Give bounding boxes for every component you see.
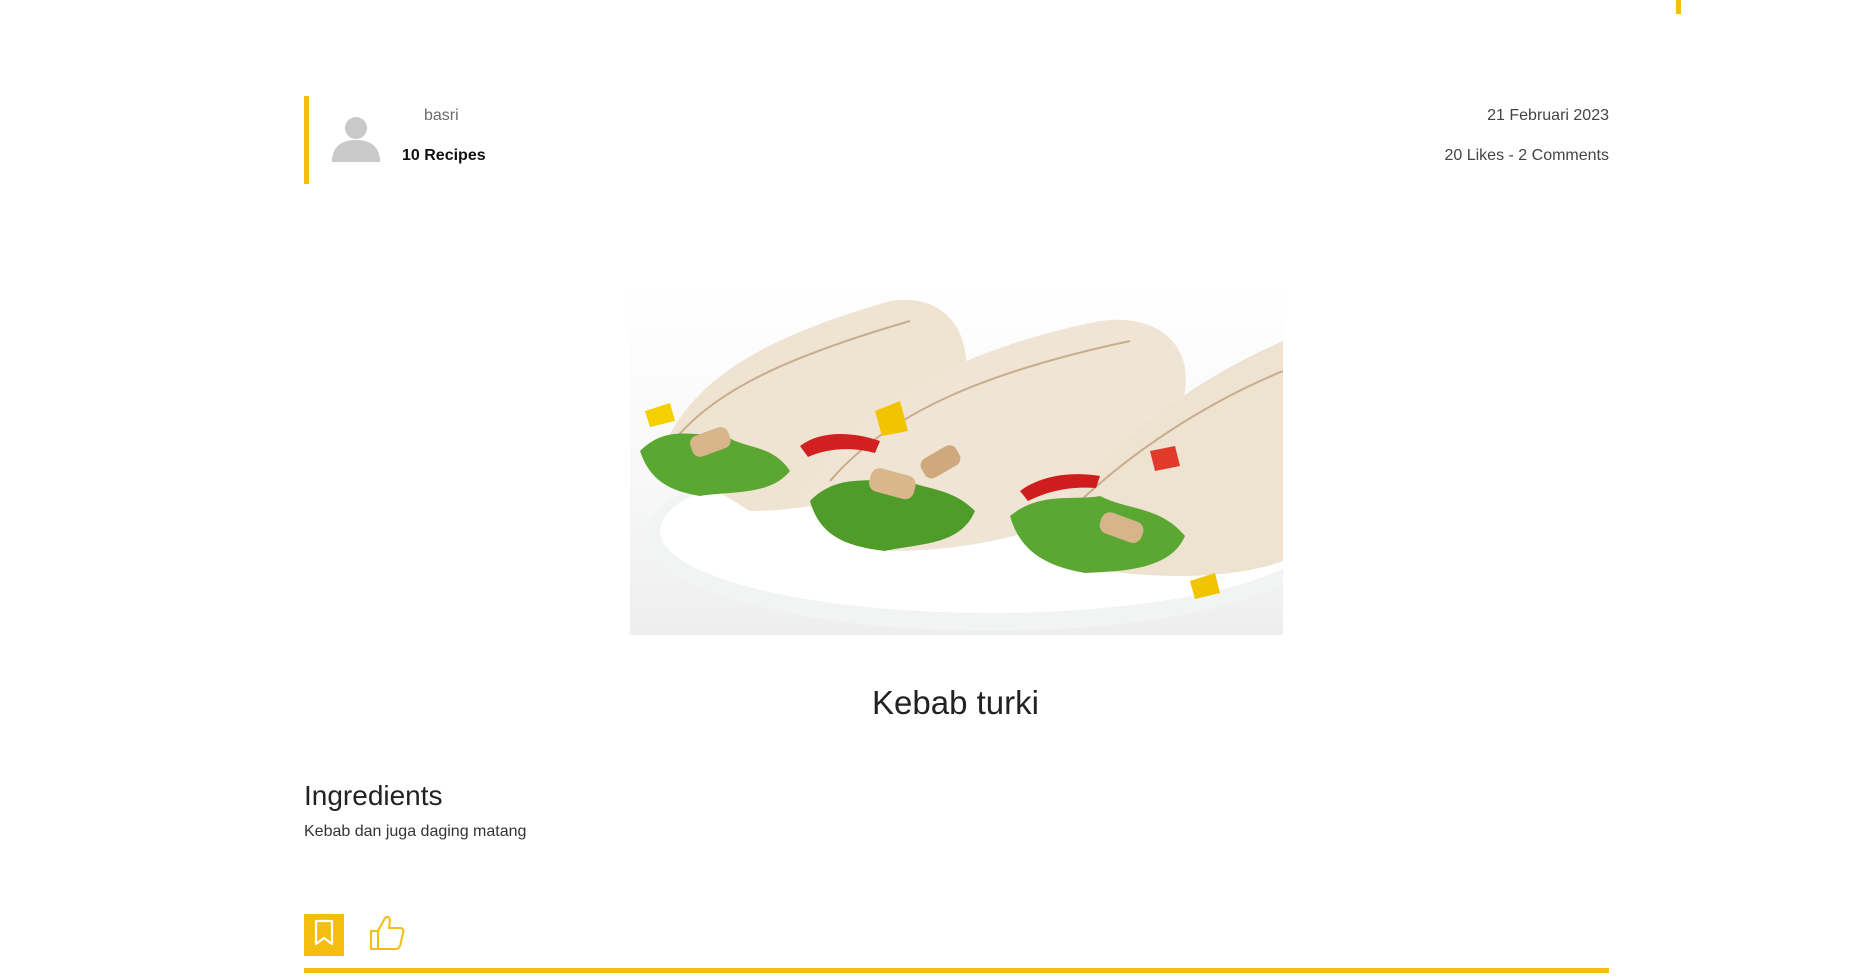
recipe-detail-page: basri 10 Recipes 21 Februari 2023 20 Lik… [0, 0, 1871, 979]
post-stats: 20 Likes - 2 Comments [1444, 147, 1609, 164]
author-accent-bar [304, 96, 309, 184]
ingredients-text: Kebab dan juga daging matang [304, 823, 527, 840]
user-silhouette-icon[interactable] [328, 114, 384, 162]
bookmark-button[interactable] [304, 914, 344, 956]
author-name[interactable]: basri [424, 107, 459, 125]
recipe-image [630, 281, 1283, 635]
top-accent-bar [1676, 0, 1681, 14]
recipe-title: Kebab turki [872, 684, 1039, 721]
thumbs-up-icon [368, 914, 406, 957]
bookmark-icon [313, 919, 335, 952]
bottom-divider [304, 968, 1609, 973]
post-date: 21 Februari 2023 [1487, 107, 1609, 124]
like-button[interactable] [366, 914, 408, 956]
author-card: basri 10 Recipes 21 Februari 2023 20 Lik… [304, 96, 1609, 184]
author-recipes-count: 10 Recipes [402, 147, 486, 164]
ingredients-heading: Ingredients [304, 780, 443, 811]
